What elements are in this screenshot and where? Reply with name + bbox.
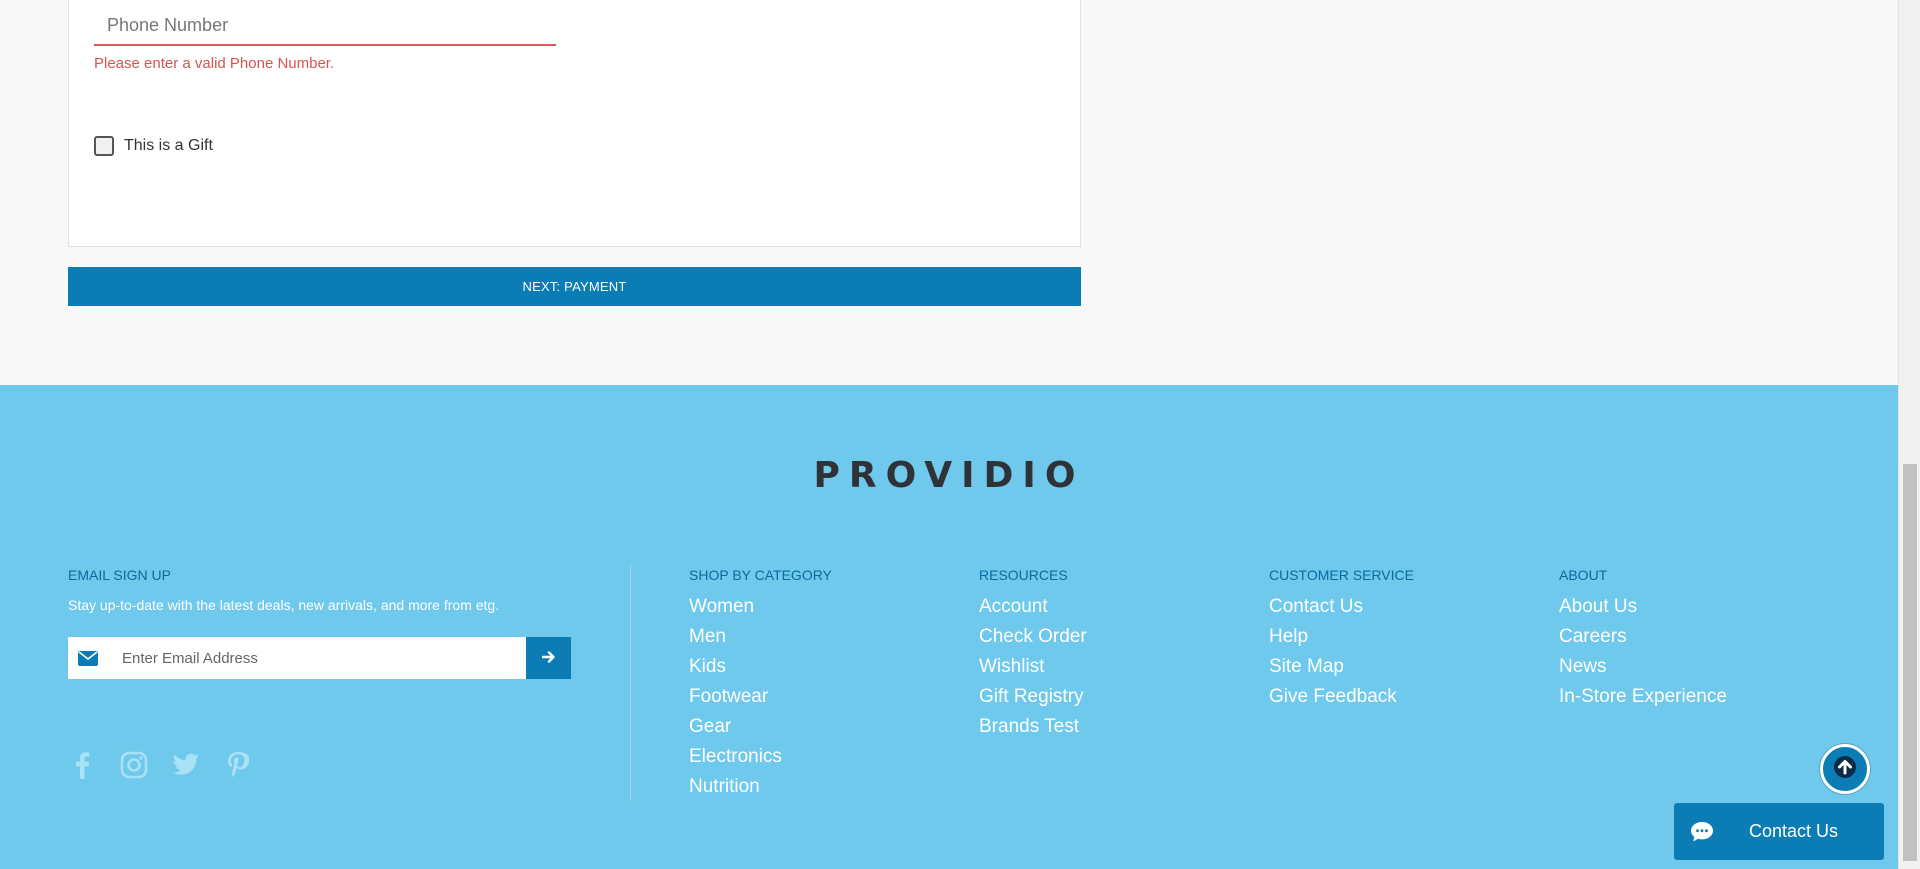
pinterest-icon[interactable] bbox=[224, 751, 252, 779]
next-payment-button[interactable]: NEXT: PAYMENT bbox=[68, 267, 1081, 306]
scrollbar-thumb[interactable] bbox=[1903, 464, 1917, 861]
chat-button-label: Contact Us bbox=[1749, 821, 1839, 841]
gift-checkbox-label: This is a Gift bbox=[124, 137, 213, 154]
footer-link-contact-us[interactable]: Contact Us bbox=[1269, 592, 1414, 622]
gift-option[interactable]: This is a Gift bbox=[94, 136, 213, 156]
footer-link-account[interactable]: Account bbox=[979, 592, 1087, 622]
instagram-icon[interactable] bbox=[120, 751, 148, 779]
gift-checkbox[interactable] bbox=[94, 136, 114, 156]
footer-divider bbox=[630, 565, 631, 801]
footer-link-men[interactable]: Men bbox=[689, 622, 832, 652]
phone-error-message: Please enter a valid Phone Number. bbox=[94, 55, 335, 72]
scroll-to-top-button[interactable] bbox=[1820, 744, 1870, 794]
social-links bbox=[68, 751, 252, 779]
footer-link-gear[interactable]: Gear bbox=[689, 712, 832, 742]
footer-link-give-feedback[interactable]: Give Feedback bbox=[1269, 682, 1414, 712]
footer-link-nutrition[interactable]: Nutrition bbox=[689, 772, 832, 802]
footer-link-careers[interactable]: Careers bbox=[1559, 622, 1727, 652]
contact-us-chat-button[interactable]: Contact Us bbox=[1674, 803, 1884, 860]
footer-brand-logo[interactable]: PROVIDIO bbox=[0, 455, 1898, 496]
twitter-icon[interactable] bbox=[172, 751, 200, 779]
footer-link-news[interactable]: News bbox=[1559, 652, 1727, 682]
footer-link-check-order[interactable]: Check Order bbox=[979, 622, 1087, 652]
arrow-right-icon bbox=[541, 650, 556, 667]
footer-link-footwear[interactable]: Footwear bbox=[689, 682, 832, 712]
checkout-area: Please enter a valid Phone Number. This … bbox=[0, 0, 1898, 385]
footer-link-brands-test[interactable]: Brands Test bbox=[979, 712, 1087, 742]
phone-number-input[interactable] bbox=[94, 6, 556, 46]
footer-link-electronics[interactable]: Electronics bbox=[689, 742, 832, 772]
envelope-icon bbox=[68, 637, 108, 679]
email-signup-form bbox=[68, 637, 571, 679]
footer-link-help[interactable]: Help bbox=[1269, 622, 1414, 652]
footer-link-gift-registry[interactable]: Gift Registry bbox=[979, 682, 1087, 712]
footer-column-about: ABOUT About Us Careers News In-Store Exp… bbox=[1559, 567, 1727, 712]
site-footer: PROVIDIO EMAIL SIGN UP Stay up-to-date w… bbox=[0, 385, 1898, 869]
footer-column-customer-service: CUSTOMER SERVICE Contact Us Help Site Ma… bbox=[1269, 567, 1414, 712]
column-heading: RESOURCES bbox=[979, 567, 1068, 583]
chat-bubble-icon bbox=[1689, 819, 1715, 845]
column-heading: CUSTOMER SERVICE bbox=[1269, 567, 1414, 583]
page-scrollbar[interactable] bbox=[1898, 0, 1920, 869]
footer-link-site-map[interactable]: Site Map bbox=[1269, 652, 1414, 682]
footer-column-shop-by-category: SHOP BY CATEGORY Women Men Kids Footwear… bbox=[689, 567, 832, 802]
footer-link-women[interactable]: Women bbox=[689, 592, 832, 622]
email-signup-input[interactable] bbox=[108, 637, 526, 679]
footer-link-in-store-experience[interactable]: In-Store Experience bbox=[1559, 682, 1727, 712]
footer-column-resources: RESOURCES Account Check Order Wishlist G… bbox=[979, 567, 1087, 742]
email-signup-description: Stay up-to-date with the latest deals, n… bbox=[68, 597, 500, 613]
email-signup-heading: EMAIL SIGN UP bbox=[68, 567, 171, 583]
footer-link-about-us[interactable]: About Us bbox=[1559, 592, 1727, 622]
email-signup-submit-button[interactable] bbox=[526, 637, 571, 679]
footer-link-kids[interactable]: Kids bbox=[689, 652, 832, 682]
column-heading: SHOP BY CATEGORY bbox=[689, 567, 832, 583]
footer-link-wishlist[interactable]: Wishlist bbox=[979, 652, 1087, 682]
column-heading: ABOUT bbox=[1559, 567, 1608, 583]
arrow-up-icon bbox=[1833, 755, 1857, 784]
facebook-icon[interactable] bbox=[68, 751, 96, 779]
